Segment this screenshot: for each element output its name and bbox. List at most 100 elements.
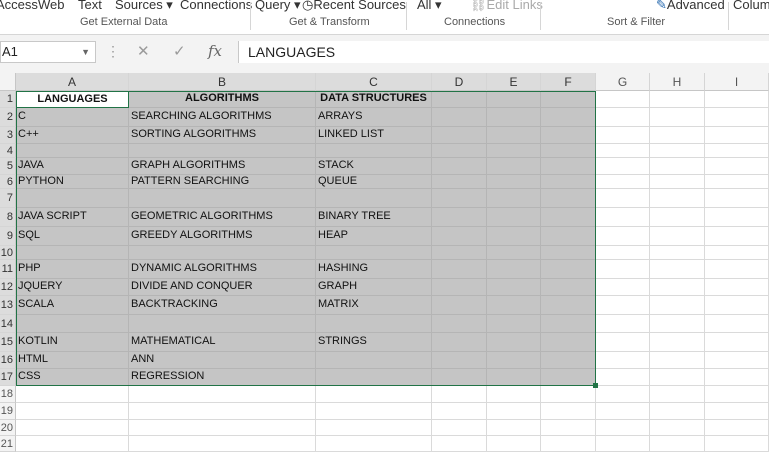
cell-b9[interactable]: GREEDY ALGORITHMS <box>129 227 316 246</box>
row-header-3[interactable]: 3 <box>0 127 16 144</box>
row-header-20[interactable]: 20 <box>0 420 16 436</box>
cell-c20[interactable] <box>316 420 432 436</box>
cell-a5[interactable]: JAVA <box>16 158 129 175</box>
cell-b20[interactable] <box>129 420 316 436</box>
cell-f19[interactable] <box>541 403 596 420</box>
cell-f9[interactable] <box>541 227 596 246</box>
cell-h16[interactable] <box>650 352 705 369</box>
ribbon-web[interactable]: Web <box>38 0 65 12</box>
cell-b3[interactable]: SORTING ALGORITHMS <box>129 127 316 144</box>
cell-i21[interactable] <box>705 436 769 452</box>
cell-c3[interactable]: LINKED LIST <box>316 127 432 144</box>
cell-f16[interactable] <box>541 352 596 369</box>
row-header-6[interactable]: 6 <box>0 175 16 189</box>
cell-h8[interactable] <box>650 208 705 227</box>
column-header-b[interactable]: B <box>129 73 316 91</box>
cell-c12[interactable]: GRAPH <box>316 279 432 296</box>
cell-a10[interactable] <box>16 246 129 260</box>
cell-e18[interactable] <box>487 386 541 403</box>
cell-c18[interactable] <box>316 386 432 403</box>
ribbon-edit-links[interactable]: ⛓Edit Links <box>470 0 543 13</box>
row-header-4[interactable]: 4 <box>0 144 16 158</box>
cell-h3[interactable] <box>650 127 705 144</box>
cell-b11[interactable]: DYNAMIC ALGORITHMS <box>129 260 316 279</box>
cell-h11[interactable] <box>650 260 705 279</box>
cell-c1[interactable]: DATA STRUCTURES <box>316 91 432 108</box>
cell-a9[interactable]: SQL <box>16 227 129 246</box>
cell-g14[interactable] <box>596 315 650 333</box>
cell-a11[interactable]: PHP <box>16 260 129 279</box>
cell-i9[interactable] <box>705 227 769 246</box>
cell-g20[interactable] <box>596 420 650 436</box>
cell-h2[interactable] <box>650 108 705 127</box>
cell-f15[interactable] <box>541 333 596 352</box>
cell-e13[interactable] <box>487 296 541 315</box>
cell-h9[interactable] <box>650 227 705 246</box>
row-header-7[interactable]: 7 <box>0 189 16 208</box>
cell-i12[interactable] <box>705 279 769 296</box>
cell-f3[interactable] <box>541 127 596 144</box>
cell-d12[interactable] <box>432 279 487 296</box>
select-all-corner[interactable] <box>0 73 16 91</box>
cell-b10[interactable] <box>129 246 316 260</box>
cell-a8[interactable]: JAVA SCRIPT <box>16 208 129 227</box>
cell-f6[interactable] <box>541 175 596 189</box>
cell-b6[interactable]: PATTERN SEARCHING <box>129 175 316 189</box>
column-header-c[interactable]: C <box>316 73 432 91</box>
ribbon-all[interactable]: All ▾ <box>417 0 442 13</box>
cell-i19[interactable] <box>705 403 769 420</box>
cell-c14[interactable] <box>316 315 432 333</box>
cell-c11[interactable]: HASHING <box>316 260 432 279</box>
cell-d21[interactable] <box>432 436 487 452</box>
cell-d8[interactable] <box>432 208 487 227</box>
cell-b7[interactable] <box>129 189 316 208</box>
ribbon-text[interactable]: Text <box>78 0 102 12</box>
cell-d3[interactable] <box>432 127 487 144</box>
cell-g15[interactable] <box>596 333 650 352</box>
cell-g6[interactable] <box>596 175 650 189</box>
cell-g18[interactable] <box>596 386 650 403</box>
cell-f20[interactable] <box>541 420 596 436</box>
cell-e3[interactable] <box>487 127 541 144</box>
cell-g8[interactable] <box>596 208 650 227</box>
cell-f5[interactable] <box>541 158 596 175</box>
cell-a21[interactable] <box>16 436 129 452</box>
cell-i4[interactable] <box>705 144 769 158</box>
column-header-h[interactable]: H <box>650 73 705 91</box>
formula-bar-grip-icon[interactable]: ⋮ <box>106 43 120 59</box>
cell-e2[interactable] <box>487 108 541 127</box>
cell-a4[interactable] <box>16 144 129 158</box>
cell-g13[interactable] <box>596 296 650 315</box>
cell-h15[interactable] <box>650 333 705 352</box>
cell-f14[interactable] <box>541 315 596 333</box>
cell-e19[interactable] <box>487 403 541 420</box>
cell-a18[interactable] <box>16 386 129 403</box>
column-header-f[interactable]: F <box>541 73 596 91</box>
cell-g21[interactable] <box>596 436 650 452</box>
cell-f11[interactable] <box>541 260 596 279</box>
cell-c10[interactable] <box>316 246 432 260</box>
ribbon-query[interactable]: Query ▾ <box>255 0 301 13</box>
cell-h20[interactable] <box>650 420 705 436</box>
cell-h4[interactable] <box>650 144 705 158</box>
cell-d5[interactable] <box>432 158 487 175</box>
cell-h6[interactable] <box>650 175 705 189</box>
cell-i1[interactable] <box>705 91 769 108</box>
row-header-13[interactable]: 13 <box>0 296 16 315</box>
cell-b5[interactable]: GRAPH ALGORITHMS <box>129 158 316 175</box>
cell-b18[interactable] <box>129 386 316 403</box>
cell-a14[interactable] <box>16 315 129 333</box>
cell-c7[interactable] <box>316 189 432 208</box>
fill-handle[interactable] <box>593 383 598 388</box>
cell-a6[interactable]: PYTHON <box>16 175 129 189</box>
cell-d17[interactable] <box>432 369 487 386</box>
name-box[interactable]: A1 ▼ <box>0 41 96 63</box>
column-header-a[interactable]: A <box>16 73 129 91</box>
cell-a17[interactable]: CSS <box>16 369 129 386</box>
cell-i15[interactable] <box>705 333 769 352</box>
ribbon-advanced[interactable]: ✎Advanced <box>656 0 725 13</box>
cell-b16[interactable]: ANN <box>129 352 316 369</box>
chevron-down-icon[interactable]: ▼ <box>81 42 90 62</box>
row-header-12[interactable]: 12 <box>0 279 16 296</box>
cell-b1[interactable]: ALGORITHMS <box>129 91 316 108</box>
